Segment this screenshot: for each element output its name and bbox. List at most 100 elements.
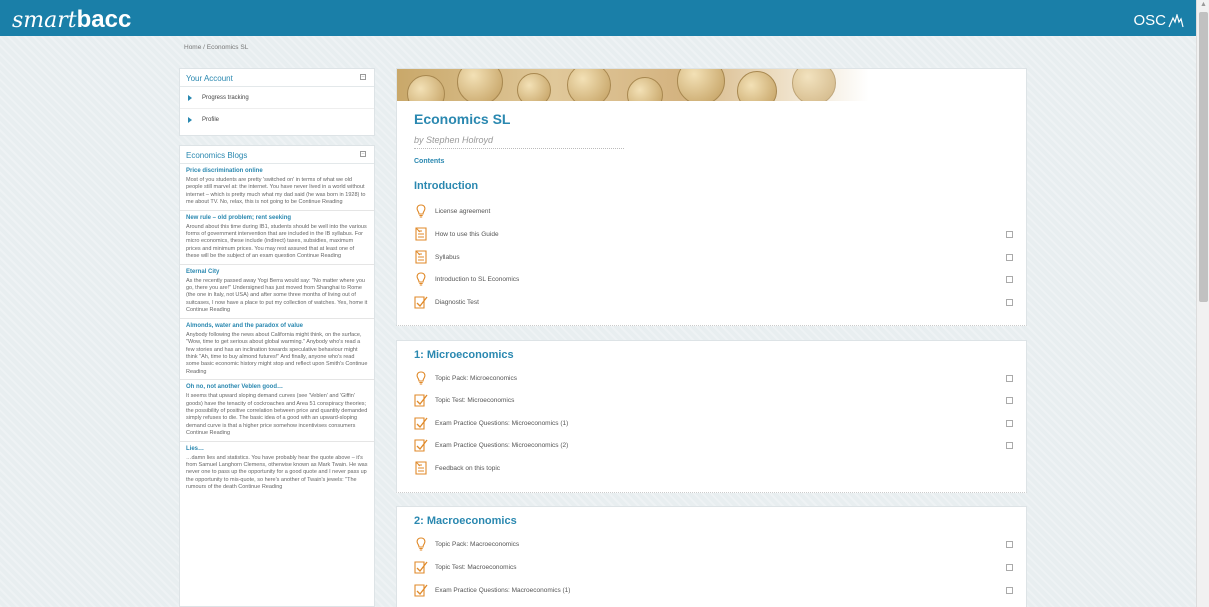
economics-blogs-panel: Economics Blogs – Price discrimination o… bbox=[179, 145, 375, 607]
your-account-title: Your Account bbox=[186, 74, 233, 83]
resource-item[interactable]: How to use this Guide bbox=[414, 227, 1014, 243]
resource-item[interactable]: Diagnostic Test bbox=[414, 295, 1014, 311]
blog-entry: Oh no, not another Veblen good… It seems… bbox=[180, 380, 374, 442]
arrow-right-icon bbox=[188, 94, 192, 101]
contents-link[interactable]: Contents bbox=[414, 158, 444, 165]
microeconomics-card: 1: Microeconomics Topic Pack: Microecono… bbox=[396, 340, 1027, 493]
blog-entry-title[interactable]: New rule – old problem; rent seeking bbox=[186, 215, 368, 221]
collapse-icon[interactable]: – bbox=[360, 74, 366, 80]
macroeconomics-card: 2: Macroeconomics Topic Pack: Macroecono… bbox=[396, 506, 1027, 607]
blog-entry-text: Most of you students are pretty 'switche… bbox=[186, 177, 366, 206]
page-scrollbar[interactable]: ▲ bbox=[1196, 0, 1209, 607]
progress-checkbox[interactable] bbox=[1006, 397, 1013, 404]
document-icon bbox=[415, 250, 427, 264]
resource-label: Diagnostic Test bbox=[435, 299, 479, 306]
account-item-label: Progress tracking bbox=[202, 94, 249, 101]
progress-checkbox[interactable] bbox=[1006, 587, 1013, 594]
progress-checkbox[interactable] bbox=[1006, 375, 1013, 382]
account-item-label: Profile bbox=[202, 117, 220, 123]
resource-label: Exam Practice Questions: Microeconomics … bbox=[435, 420, 569, 427]
progress-checkbox[interactable] bbox=[1006, 254, 1013, 261]
test-icon bbox=[414, 439, 428, 452]
coins-banner-image bbox=[397, 69, 1026, 101]
test-icon bbox=[414, 296, 428, 309]
blog-entry-title[interactable]: Lies… bbox=[186, 446, 368, 452]
course-intro-card: Economics SL by Stephen Holroyd Contents… bbox=[396, 68, 1027, 326]
resource-label: Topic Pack: Microeconomics bbox=[435, 375, 517, 382]
smartbacc-logo[interactable]: smartbacc bbox=[12, 6, 132, 34]
blog-entry: New rule – old problem; rent seeking Aro… bbox=[180, 211, 374, 265]
scroll-up-icon[interactable]: ▲ bbox=[1200, 1, 1207, 8]
resource-item[interactable]: Topic Pack: Microeconomics bbox=[414, 371, 1014, 387]
progress-checkbox[interactable] bbox=[1006, 276, 1013, 283]
logo-bacc: bacc bbox=[76, 6, 132, 33]
osc-label: OSC bbox=[1133, 12, 1166, 29]
resource-label: Syllabus bbox=[435, 254, 460, 261]
document-icon bbox=[415, 227, 427, 241]
account-item-profile[interactable]: Profile bbox=[180, 109, 374, 131]
test-icon bbox=[414, 584, 428, 597]
resource-item[interactable]: Exam Practice Questions: Microeconomics … bbox=[414, 438, 1014, 454]
resource-label: Exam Practice Questions: Microeconomics … bbox=[435, 442, 569, 449]
section-title-introduction: Introduction bbox=[414, 180, 479, 192]
blog-entry-text: It seems that upward sloping demand curv… bbox=[186, 393, 368, 437]
resource-label: Topic Pack: Macroeconomics bbox=[435, 541, 520, 548]
blog-entry-text: As the recently passed away Yogi Berra w… bbox=[186, 277, 368, 314]
progress-checkbox[interactable] bbox=[1006, 420, 1013, 427]
progress-checkbox[interactable] bbox=[1006, 541, 1013, 548]
blog-entry-title[interactable]: Oh no, not another Veblen good… bbox=[186, 384, 368, 390]
resource-label: Feedback on this topic bbox=[435, 465, 501, 472]
resource-label: Topic Test: Microeconomics bbox=[435, 397, 515, 404]
course-author: by Stephen Holroyd bbox=[414, 135, 624, 149]
resource-item[interactable]: Exam Practice Questions: Macroeconomics … bbox=[414, 583, 1014, 599]
resource-label: Introduction to SL Economics bbox=[435, 276, 520, 283]
course-title: Economics SL bbox=[414, 111, 511, 127]
blog-entry-title[interactable]: Price discrimination online bbox=[186, 168, 368, 174]
resource-item[interactable]: Topic Test: Microeconomics bbox=[414, 393, 1014, 409]
test-icon bbox=[414, 561, 428, 574]
blog-entry-title[interactable]: Almonds, water and the paradox of value bbox=[186, 323, 368, 329]
economics-blogs-header: Economics Blogs – bbox=[180, 146, 374, 164]
collapse-icon[interactable]: – bbox=[360, 151, 366, 157]
scrollbar-thumb[interactable] bbox=[1199, 12, 1208, 302]
progress-checkbox[interactable] bbox=[1006, 231, 1013, 238]
resource-item[interactable]: Introduction to SL Economics bbox=[414, 272, 1014, 288]
test-icon bbox=[414, 417, 428, 430]
logo-smart: smart bbox=[12, 8, 77, 33]
section-title-microeconomics: 1: Microeconomics bbox=[414, 349, 514, 361]
resource-item[interactable]: Feedback on this topic bbox=[414, 461, 1014, 477]
osc-spire-icon bbox=[1168, 13, 1184, 27]
arrow-right-icon bbox=[188, 117, 192, 123]
account-item-progress-tracking[interactable]: Progress tracking bbox=[180, 87, 374, 109]
resource-item[interactable]: Topic Test: Macroeconomics bbox=[414, 560, 1014, 576]
progress-checkbox[interactable] bbox=[1006, 564, 1013, 571]
resource-label: License agreement bbox=[435, 208, 491, 215]
osc-logo[interactable]: OSC bbox=[1133, 12, 1184, 29]
breadcrumb: Home / Economics SL bbox=[184, 44, 248, 51]
resource-item[interactable]: Exam Practice Questions: Microeconomics … bbox=[414, 416, 1014, 432]
blog-entry: Almonds, water and the paradox of value … bbox=[180, 319, 374, 381]
blog-entry: Lies… …damn lies and statistics. You hav… bbox=[180, 442, 374, 495]
blog-entry: Price discrimination online Most of you … bbox=[180, 164, 374, 211]
resource-label: Topic Test: Macroeconomics bbox=[435, 564, 517, 571]
resource-label: How to use this Guide bbox=[435, 231, 499, 238]
blog-entry-title[interactable]: Eternal City bbox=[186, 269, 368, 275]
economics-blogs-title: Economics Blogs bbox=[186, 151, 248, 160]
your-account-panel: Your Account – Progress tracking Profile bbox=[179, 68, 375, 136]
your-account-header: Your Account – bbox=[180, 69, 374, 87]
resource-item[interactable]: License agreement bbox=[414, 204, 1014, 220]
lightbulb-icon bbox=[416, 204, 426, 218]
breadcrumb-home[interactable]: Home bbox=[184, 44, 201, 51]
resource-label: Exam Practice Questions: Macroeconomics … bbox=[435, 587, 571, 594]
blog-entry-text: Around about this time during IB1, stude… bbox=[186, 223, 367, 260]
test-icon bbox=[414, 394, 428, 407]
progress-checkbox[interactable] bbox=[1006, 442, 1013, 449]
lightbulb-icon bbox=[416, 371, 426, 385]
document-icon bbox=[415, 461, 427, 475]
breadcrumb-current: Economics SL bbox=[206, 44, 249, 51]
lightbulb-icon bbox=[416, 537, 426, 551]
progress-checkbox[interactable] bbox=[1006, 299, 1013, 306]
section-title-macroeconomics: 2: Macroeconomics bbox=[414, 515, 517, 527]
resource-item[interactable]: Syllabus bbox=[414, 250, 1014, 266]
resource-item[interactable]: Topic Pack: Macroeconomics bbox=[414, 537, 1014, 553]
